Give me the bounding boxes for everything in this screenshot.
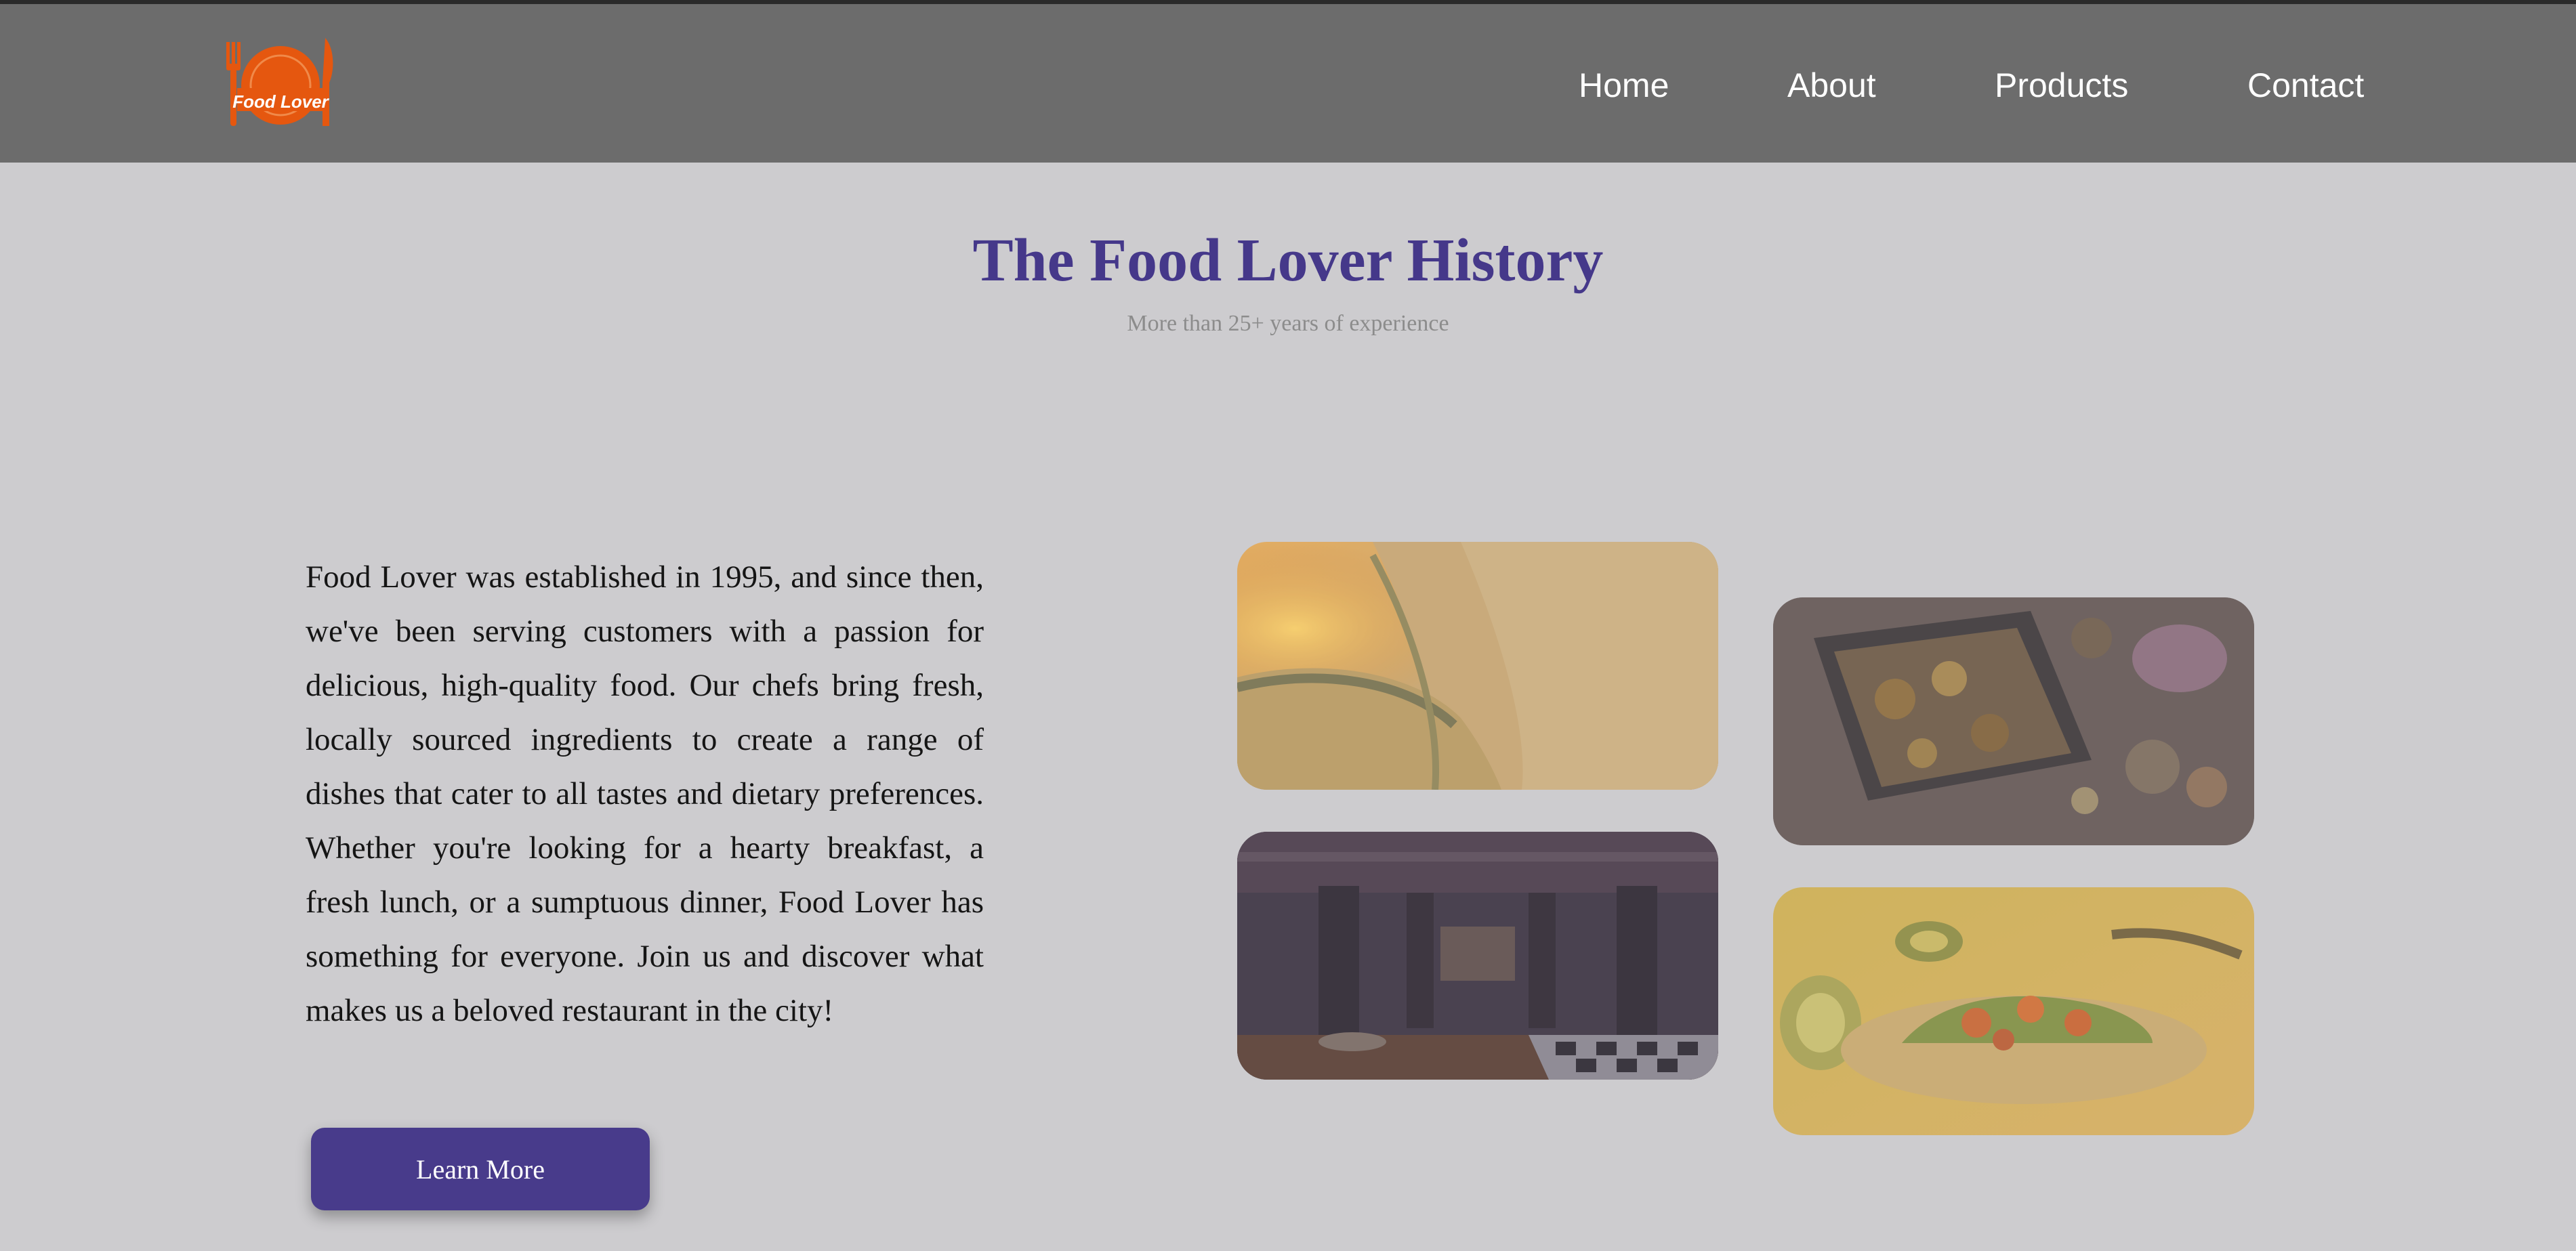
logo[interactable]: Food Lover <box>224 35 337 130</box>
learn-more-button[interactable]: Learn More <box>311 1128 650 1210</box>
food-platter-photo <box>1773 597 2254 845</box>
nav-about-link[interactable]: About <box>1787 65 1876 106</box>
nav-products-link[interactable]: Products <box>1995 65 2128 106</box>
page-subtitle: More than 25+ years of experience <box>1127 311 1449 336</box>
navbar: Food Lover Home About Products Contact <box>0 4 2576 163</box>
nav-home-link[interactable]: Home <box>1579 65 1669 106</box>
history-paragraph: Food Lover was established in 1995, and … <box>306 559 984 1028</box>
food-lover-logo-icon: Food Lover <box>226 38 333 126</box>
logo-text: Food Lover <box>232 91 329 112</box>
restaurant-interior-photo <box>1237 832 1718 1080</box>
roast-meat-photo <box>1237 542 1718 790</box>
sandwich-photo <box>1773 887 2254 1135</box>
page: Food Lover Home About Products Contact T… <box>0 0 2576 1251</box>
page-title: The Food Lover History <box>972 227 1604 294</box>
nav-contact-link[interactable]: Contact <box>2247 65 2364 106</box>
